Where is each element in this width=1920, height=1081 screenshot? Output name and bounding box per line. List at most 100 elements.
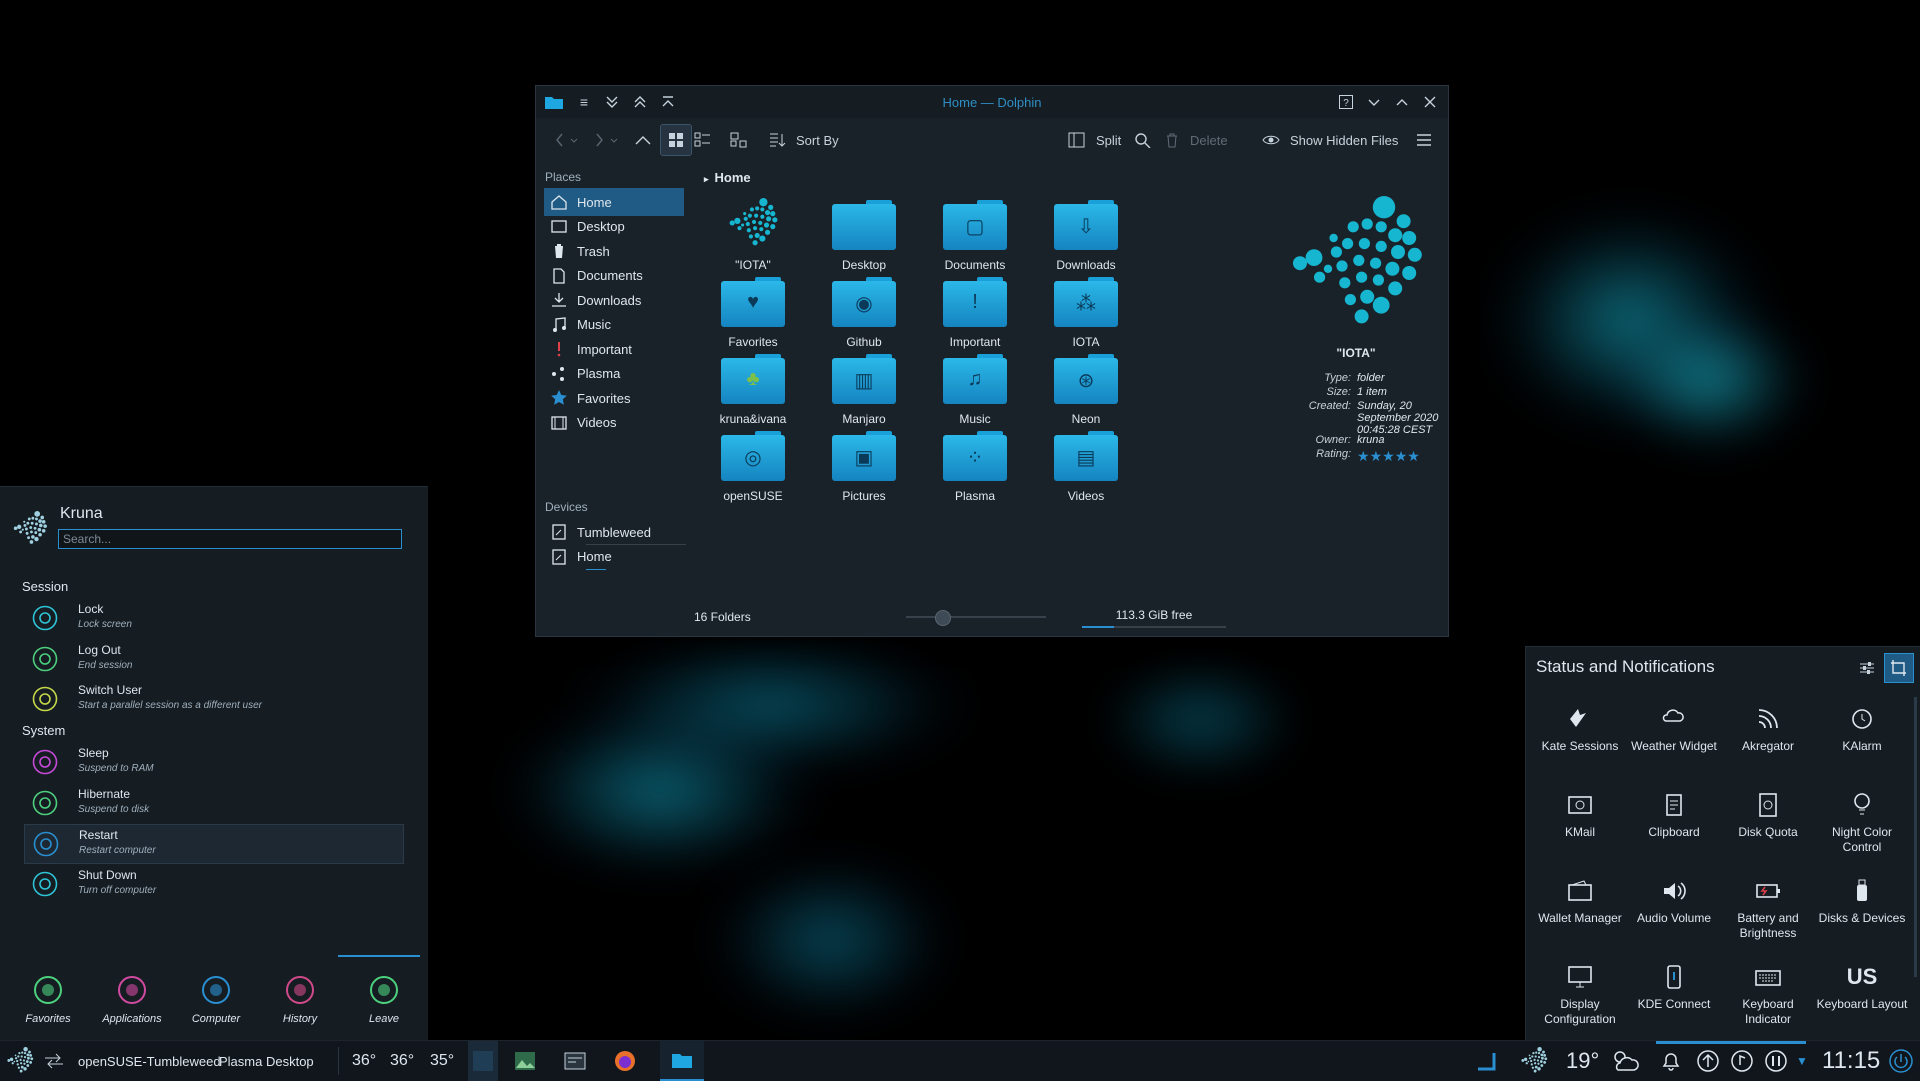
folder-item[interactable]: ▤ Videos <box>1031 429 1141 517</box>
show-hidden-files-button[interactable]: Show Hidden Files <box>1262 128 1398 152</box>
show-desktop-icon[interactable] <box>1476 1041 1496 1081</box>
device-home[interactable]: Home <box>544 543 684 571</box>
home-icon <box>550 193 568 211</box>
tray-item-keyboard-indicator[interactable]: Keyboard Indicator <box>1722 953 1814 1029</box>
folder-item[interactable]: ▥ Manjaro <box>809 352 919 440</box>
zoom-slider[interactable] <box>906 610 1046 626</box>
tray-item-weather-widget[interactable]: Weather Widget <box>1628 695 1720 771</box>
folder-item[interactable]: ⊛ Neon <box>1031 352 1141 440</box>
task-system-settings[interactable] <box>564 1041 586 1081</box>
rating-star-icon[interactable]: ★ <box>1382 448 1395 464</box>
tray-item-keyboard-layout[interactable]: US Keyboard Layout <box>1816 953 1908 1029</box>
folder-item[interactable]: "IOTA" <box>698 198 808 286</box>
weather-temperature[interactable]: 19° <box>1566 1041 1599 1081</box>
task-dolphin[interactable] <box>660 1041 704 1081</box>
breadcrumb-home[interactable]: Home <box>715 170 751 185</box>
tray-item-kmail[interactable]: KMail <box>1534 781 1626 857</box>
back-button[interactable] <box>554 128 578 152</box>
split-button[interactable]: Split <box>1068 128 1121 152</box>
task-image-viewer[interactable] <box>514 1041 536 1081</box>
tray-item-clipboard[interactable]: Clipboard <box>1628 781 1720 857</box>
weather-cloud-sun-icon[interactable] <box>1610 1041 1640 1081</box>
minimize-icon[interactable] <box>1364 92 1384 112</box>
tray-item-kde-connect[interactable]: KDE Connect <box>1628 953 1720 1029</box>
iota-tray-icon[interactable] <box>1520 1041 1548 1081</box>
menu-item-sleep[interactable]: Sleep Suspend to RAM <box>24 743 402 781</box>
media-player-icon[interactable] <box>1730 1041 1754 1081</box>
menu-item-log-out[interactable]: Log Out End session <box>24 640 402 678</box>
folder-item[interactable]: ⁂ IOTA <box>1031 275 1141 363</box>
up-button[interactable] <box>634 128 652 152</box>
tab-applications[interactable]: Applications <box>92 961 172 1031</box>
digital-clock[interactable]: 11:15 <box>1822 1041 1880 1081</box>
tray-item-kate-sessions[interactable]: Kate Sessions <box>1534 695 1626 771</box>
menu-item-switch-user[interactable]: Switch User Start a parallel session as a… <box>24 680 402 718</box>
tray-item-kalarm[interactable]: KAlarm <box>1816 695 1908 771</box>
pager-label[interactable]: openSUSE-Tumbleweed <box>78 1041 221 1081</box>
tray-item-wallet-manager[interactable]: Wallet Manager <box>1534 867 1626 943</box>
rating-star-icon[interactable]: ★ <box>1370 448 1383 464</box>
maximize-icon[interactable] <box>1392 92 1412 112</box>
notifications-bell-icon[interactable] <box>1660 1041 1682 1081</box>
forward-button[interactable] <box>594 128 618 152</box>
tray-item-akregator[interactable]: Akregator <box>1722 695 1814 771</box>
folder-item[interactable]: Desktop <box>809 198 919 286</box>
folder-item[interactable]: ▢ Documents <box>920 198 1030 286</box>
scrollbar[interactable] <box>1914 697 1917 977</box>
tray-item-display-configuration[interactable]: Display Configuration <box>1534 953 1626 1029</box>
folder-item[interactable]: ♣ kruna&ivana <box>698 352 808 440</box>
tab-history[interactable]: History <box>260 961 340 1031</box>
tray-expand-icon[interactable]: ▼ <box>1796 1041 1808 1081</box>
breadcrumb[interactable]: ▸ Home <box>704 170 751 185</box>
tab-favorites[interactable]: Favorites <box>8 961 88 1031</box>
menu-item-shut-down[interactable]: Shut Down Turn off computer <box>24 865 402 903</box>
power-icon[interactable] <box>1888 1041 1914 1081</box>
launcher-button[interactable] <box>6 1041 34 1081</box>
folder-item[interactable]: ♫ Music <box>920 352 1030 440</box>
tray-item-disks-devices[interactable]: Disks & Devices <box>1816 867 1908 943</box>
folder-item[interactable]: ◎ openSUSE <box>698 429 808 517</box>
pager-desktop-1[interactable] <box>468 1041 498 1081</box>
search-button[interactable] <box>1134 128 1152 152</box>
menu-item-lock[interactable]: Lock Lock screen <box>24 599 402 637</box>
folder-item[interactable]: ▣ Pictures <box>809 429 919 517</box>
rating-star-icon[interactable]: ★ <box>1395 448 1408 464</box>
iota-dot <box>27 517 31 521</box>
help-icon[interactable]: ? <box>1336 92 1356 112</box>
delete-button[interactable]: Delete <box>1164 128 1228 152</box>
tray-item-audio-volume[interactable]: Audio Volume <box>1628 867 1720 943</box>
tray-item-disk-quota[interactable]: Disk Quota <box>1722 781 1814 857</box>
rating-star-icon[interactable]: ★ <box>1407 448 1420 464</box>
menu-item-hibernate[interactable]: Hibernate Suspend to disk <box>24 784 402 822</box>
tab-computer[interactable]: Computer <box>176 961 256 1031</box>
tab-leave[interactable]: Leave <box>344 961 424 1031</box>
folder-item[interactable]: ◉ Github <box>809 275 919 363</box>
tray-item-night-color-control[interactable]: Night Color Control <box>1816 781 1908 857</box>
activity-label[interactable]: Plasma Desktop <box>219 1041 314 1081</box>
icons-view-button[interactable] <box>660 124 692 156</box>
menu-item-restart[interactable]: Restart Restart computer <box>24 824 404 864</box>
pause-icon[interactable] <box>1764 1041 1788 1081</box>
configure-icon[interactable] <box>1856 657 1878 679</box>
details-view-button[interactable] <box>730 128 748 152</box>
window-titlebar[interactable]: ≡ Home — Dolphin ? <box>536 86 1448 118</box>
task-firefox[interactable] <box>614 1041 636 1081</box>
rating-star-icon[interactable]: ★ <box>1357 448 1370 464</box>
sidebar-item-videos[interactable]: Videos <box>544 409 684 437</box>
search-input[interactable]: Search... <box>58 529 402 549</box>
menu-item-subtitle: Suspend to disk <box>78 803 150 815</box>
folder-item[interactable]: ⁘ Plasma <box>920 429 1030 517</box>
tray-item-battery-and-brightness[interactable]: Battery and Brightness <box>1722 867 1814 943</box>
sort-by-button[interactable]: Sort By <box>768 128 839 152</box>
close-icon[interactable] <box>1420 92 1440 112</box>
folder-item[interactable]: ! Important <box>920 275 1030 363</box>
iota-dot <box>21 528 24 531</box>
folder-item[interactable]: ♥ Favorites <box>698 275 808 363</box>
updates-icon[interactable] <box>1696 1041 1720 1081</box>
activity-switcher-icon[interactable] <box>44 1041 64 1081</box>
pin-icon[interactable] <box>1884 653 1914 683</box>
folder-item[interactable]: ⇩ Downloads <box>1031 198 1141 286</box>
compact-view-button[interactable] <box>694 128 712 152</box>
hamburger-menu-button[interactable] <box>1416 128 1432 152</box>
zoom-slider-handle[interactable] <box>935 610 952 626</box>
